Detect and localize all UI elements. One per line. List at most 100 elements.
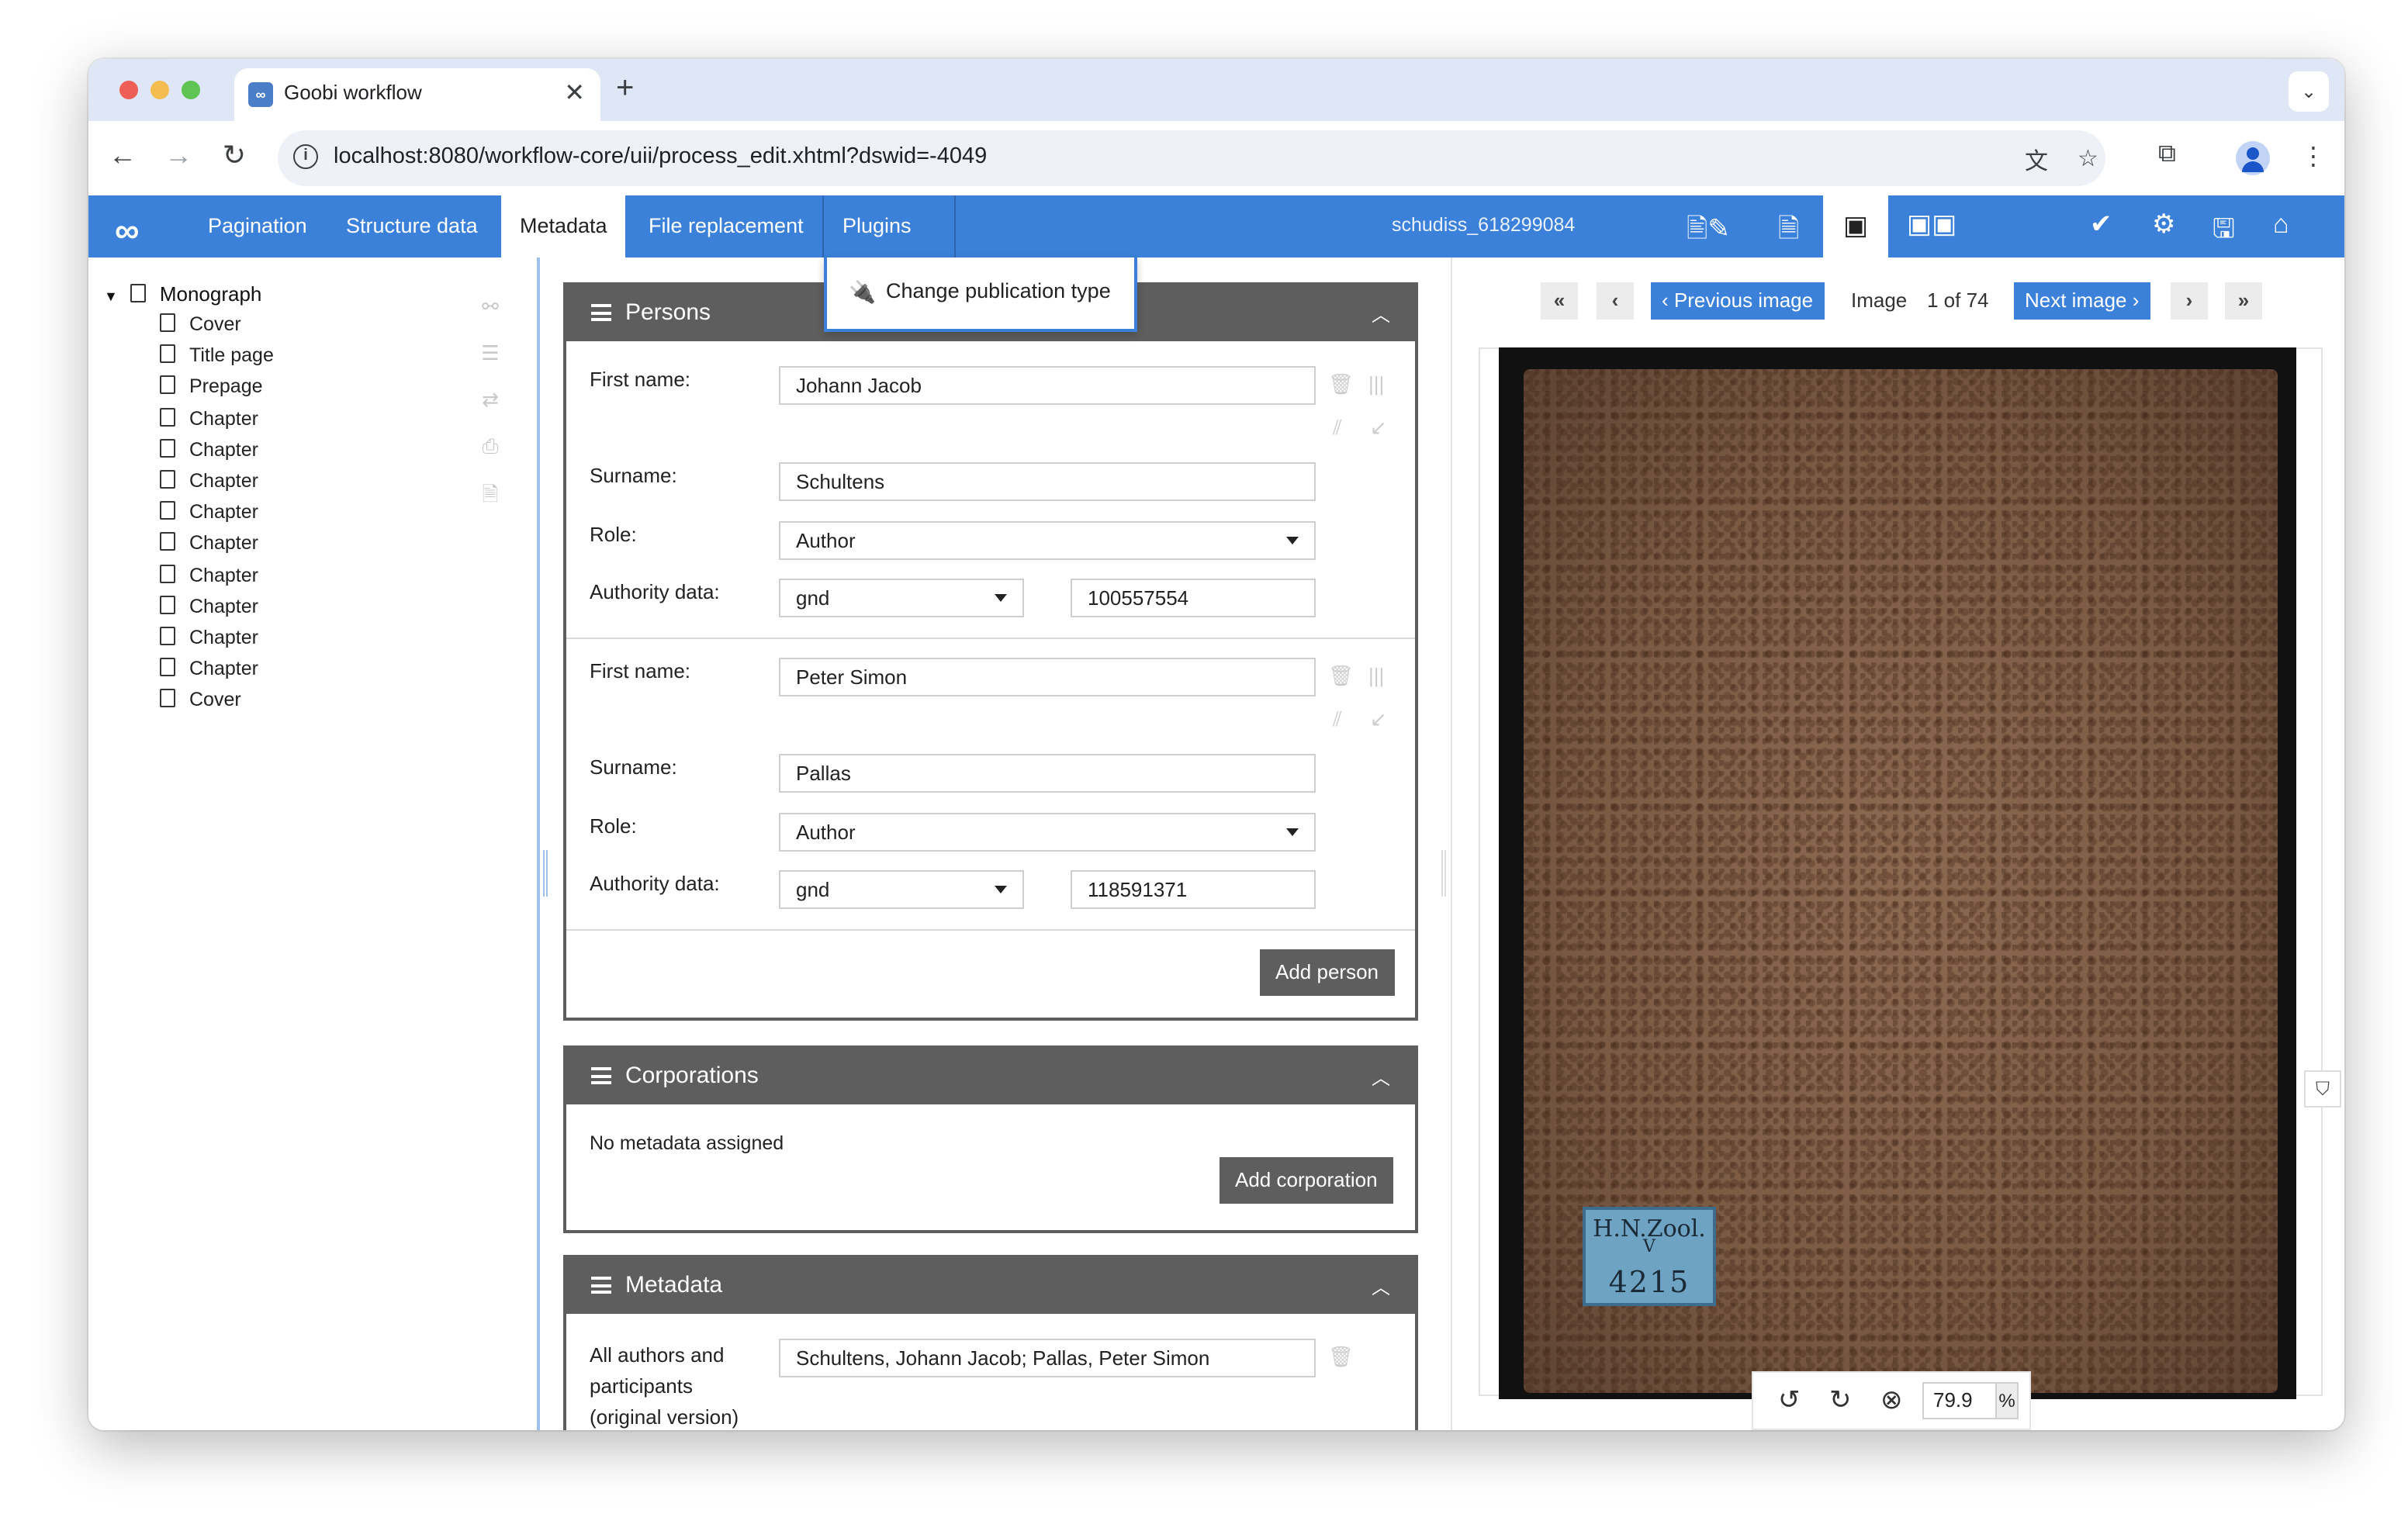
check-icon[interactable]: ✔ bbox=[2090, 209, 2112, 240]
zoom-window-button[interactable] bbox=[182, 81, 200, 99]
link-break-icon[interactable]: ⫽ bbox=[1333, 416, 1342, 441]
pdf-icon[interactable]: 🗎 bbox=[478, 481, 503, 515]
surname-input[interactable]: Pallas bbox=[779, 754, 1316, 793]
nav-metadata[interactable]: Metadata bbox=[501, 195, 626, 257]
left-splitter[interactable] bbox=[537, 257, 540, 1430]
url-text[interactable]: localhost:8080/workflow-core/uii/process… bbox=[334, 144, 987, 169]
link-break-icon[interactable]: ⫽ bbox=[1333, 707, 1342, 732]
rotate-left-icon[interactable]: ↺ bbox=[1778, 1385, 1801, 1416]
home-icon[interactable]: ⌂ bbox=[2273, 209, 2289, 240]
gear-icon[interactable]: ⚙ bbox=[2152, 209, 2176, 240]
right-splitter[interactable] bbox=[1451, 257, 1452, 1430]
authority-id-input[interactable]: 100557554 bbox=[1071, 579, 1316, 617]
zoom-input[interactable]: 79.9 bbox=[1922, 1382, 1997, 1419]
right-splitter-handle[interactable] bbox=[1441, 850, 1446, 897]
tab-close-icon[interactable]: ✕ bbox=[564, 78, 585, 109]
unlink-icon[interactable]: ⚯ bbox=[478, 295, 503, 320]
previous-image-small-button[interactable]: ‹ bbox=[1597, 282, 1634, 320]
tree-item[interactable]: Prepage bbox=[160, 375, 263, 398]
nav-pagination[interactable]: Pagination bbox=[189, 195, 326, 257]
print-icon[interactable]: ⎙ bbox=[478, 434, 503, 459]
tree-item[interactable]: Chapter bbox=[160, 532, 258, 555]
surname-input[interactable]: Schultens bbox=[779, 462, 1316, 501]
barcode-icon[interactable]: ||| bbox=[1368, 372, 1384, 396]
tab-search-chevron-icon[interactable]: ⌄ bbox=[2289, 71, 2329, 112]
tree-root-monograph[interactable]: ▼ Monograph bbox=[104, 282, 261, 306]
first-name-input[interactable]: Johann Jacob bbox=[779, 366, 1316, 405]
tree-expand-caret-icon[interactable]: ▼ bbox=[104, 289, 118, 304]
next-image-small-button[interactable]: › bbox=[2171, 282, 2208, 320]
last-image-button[interactable]: » bbox=[2225, 282, 2262, 320]
role-select[interactable]: Author bbox=[779, 813, 1316, 852]
change-publication-type-item[interactable]: Change publication type bbox=[886, 279, 1111, 302]
add-corporation-button[interactable]: Add corporation bbox=[1220, 1157, 1393, 1204]
page-icon bbox=[130, 284, 146, 302]
next-image-button[interactable]: Next image › bbox=[2014, 282, 2150, 320]
reset-zoom-icon[interactable]: ⊗ bbox=[1880, 1385, 1903, 1416]
first-image-button[interactable]: « bbox=[1541, 282, 1578, 320]
close-window-button[interactable] bbox=[119, 81, 138, 99]
nav-plugins[interactable]: Plugins ▼ bbox=[822, 195, 956, 298]
back-arrow-icon[interactable]: ← bbox=[104, 140, 141, 172]
tree-item[interactable]: Chapter bbox=[160, 407, 258, 429]
add-person-button[interactable]: Add person bbox=[1260, 949, 1394, 996]
nav-file-replacement[interactable]: File replacement bbox=[630, 195, 822, 257]
move-arrows-icon[interactable]: ⇄ bbox=[478, 388, 503, 413]
browser-tab[interactable]: ∞ Goobi workflow ✕ bbox=[234, 68, 600, 121]
first-name-input[interactable]: Peter Simon bbox=[779, 658, 1316, 696]
metadata-box-header[interactable]: Metadata ︿ bbox=[566, 1258, 1415, 1314]
tree-item[interactable]: Chapter bbox=[160, 501, 258, 523]
document-icon[interactable]: 🗎 bbox=[1778, 209, 1799, 254]
site-info-icon[interactable]: i bbox=[293, 144, 318, 169]
tree-item[interactable]: Chapter bbox=[160, 595, 258, 617]
save-icon[interactable]: 🖫 bbox=[2213, 209, 2235, 254]
address-bar[interactable]: i localhost:8080/workflow-core/uii/proce… bbox=[278, 130, 2105, 186]
collapse-caret-icon[interactable]: ︿ bbox=[1372, 1064, 1390, 1090]
minimize-window-button[interactable] bbox=[150, 81, 169, 99]
edit-document-icon[interactable]: 🖹✎ bbox=[1687, 209, 1730, 254]
translate-icon[interactable]: 文 bbox=[2025, 144, 2048, 177]
list-icon[interactable]: ☰ bbox=[478, 341, 503, 366]
forward-arrow-icon[interactable]: → bbox=[160, 140, 197, 172]
authority-source-select[interactable]: gnd bbox=[779, 579, 1024, 617]
tree-item[interactable]: Chapter bbox=[160, 438, 258, 461]
tree-item[interactable]: Cover bbox=[160, 313, 241, 335]
authority-id-input[interactable]: 118591371 bbox=[1071, 870, 1316, 909]
tree-item[interactable]: Chapter bbox=[160, 470, 258, 492]
profile-avatar-icon[interactable] bbox=[2236, 141, 2270, 175]
previous-image-button[interactable]: ‹ Previous image bbox=[1651, 282, 1825, 320]
import-arrow-icon[interactable]: ↙ bbox=[1370, 416, 1387, 441]
tree-item[interactable]: Chapter bbox=[160, 564, 258, 586]
chrome-menu-icon[interactable]: ⋮ bbox=[2301, 141, 2326, 172]
all-authors-input[interactable]: Schultens, Johann Jacob; Pallas, Peter S… bbox=[779, 1339, 1316, 1377]
extensions-puzzle-icon[interactable]: ⧉ bbox=[2158, 141, 2176, 169]
import-arrow-icon[interactable]: ↙ bbox=[1370, 707, 1387, 732]
image-counter: 1 of 74 bbox=[1927, 289, 1989, 312]
authority-source-select[interactable]: gnd bbox=[779, 870, 1024, 909]
dual-image-icon[interactable]: ▣▣ bbox=[1907, 209, 1956, 240]
left-splitter-handle[interactable] bbox=[543, 850, 548, 897]
image-icon[interactable]: ▣ bbox=[1823, 195, 1888, 257]
tree-item[interactable]: Chapter bbox=[160, 627, 258, 648]
trash-icon[interactable]: 🗑 bbox=[1328, 372, 1354, 397]
trash-icon[interactable]: 🗑 bbox=[1328, 1345, 1354, 1370]
trash-icon[interactable]: 🗑 bbox=[1328, 664, 1354, 689]
reload-icon[interactable]: ↻ bbox=[216, 140, 253, 172]
tree-item[interactable]: Cover bbox=[160, 689, 241, 711]
goobi-logo-icon[interactable]: ∞ bbox=[115, 211, 139, 251]
rotate-right-icon[interactable]: ↻ bbox=[1829, 1385, 1852, 1416]
nav-structure-data[interactable]: Structure data bbox=[327, 195, 496, 257]
new-tab-icon[interactable]: + bbox=[616, 71, 634, 107]
collapse-caret-icon[interactable]: ︿ bbox=[1372, 301, 1390, 327]
collapse-caret-icon[interactable]: ︿ bbox=[1372, 1274, 1390, 1300]
bookmark-star-icon[interactable]: ☆ bbox=[2078, 144, 2098, 172]
tree-item[interactable]: Chapter bbox=[160, 658, 258, 679]
page-icon bbox=[160, 564, 175, 583]
book-cover-image[interactable]: H.N.Zool. V 4215 bbox=[1499, 347, 2296, 1399]
barcode-icon[interactable]: ||| bbox=[1368, 664, 1384, 687]
corporations-box-header[interactable]: Corporations ︿ bbox=[566, 1049, 1415, 1104]
role-select[interactable]: Author bbox=[779, 521, 1316, 560]
select-caret-icon bbox=[1286, 828, 1299, 836]
tree-item[interactable]: Title page bbox=[160, 344, 274, 366]
bookmark-icon[interactable]: ⛉ bbox=[2304, 1070, 2341, 1108]
